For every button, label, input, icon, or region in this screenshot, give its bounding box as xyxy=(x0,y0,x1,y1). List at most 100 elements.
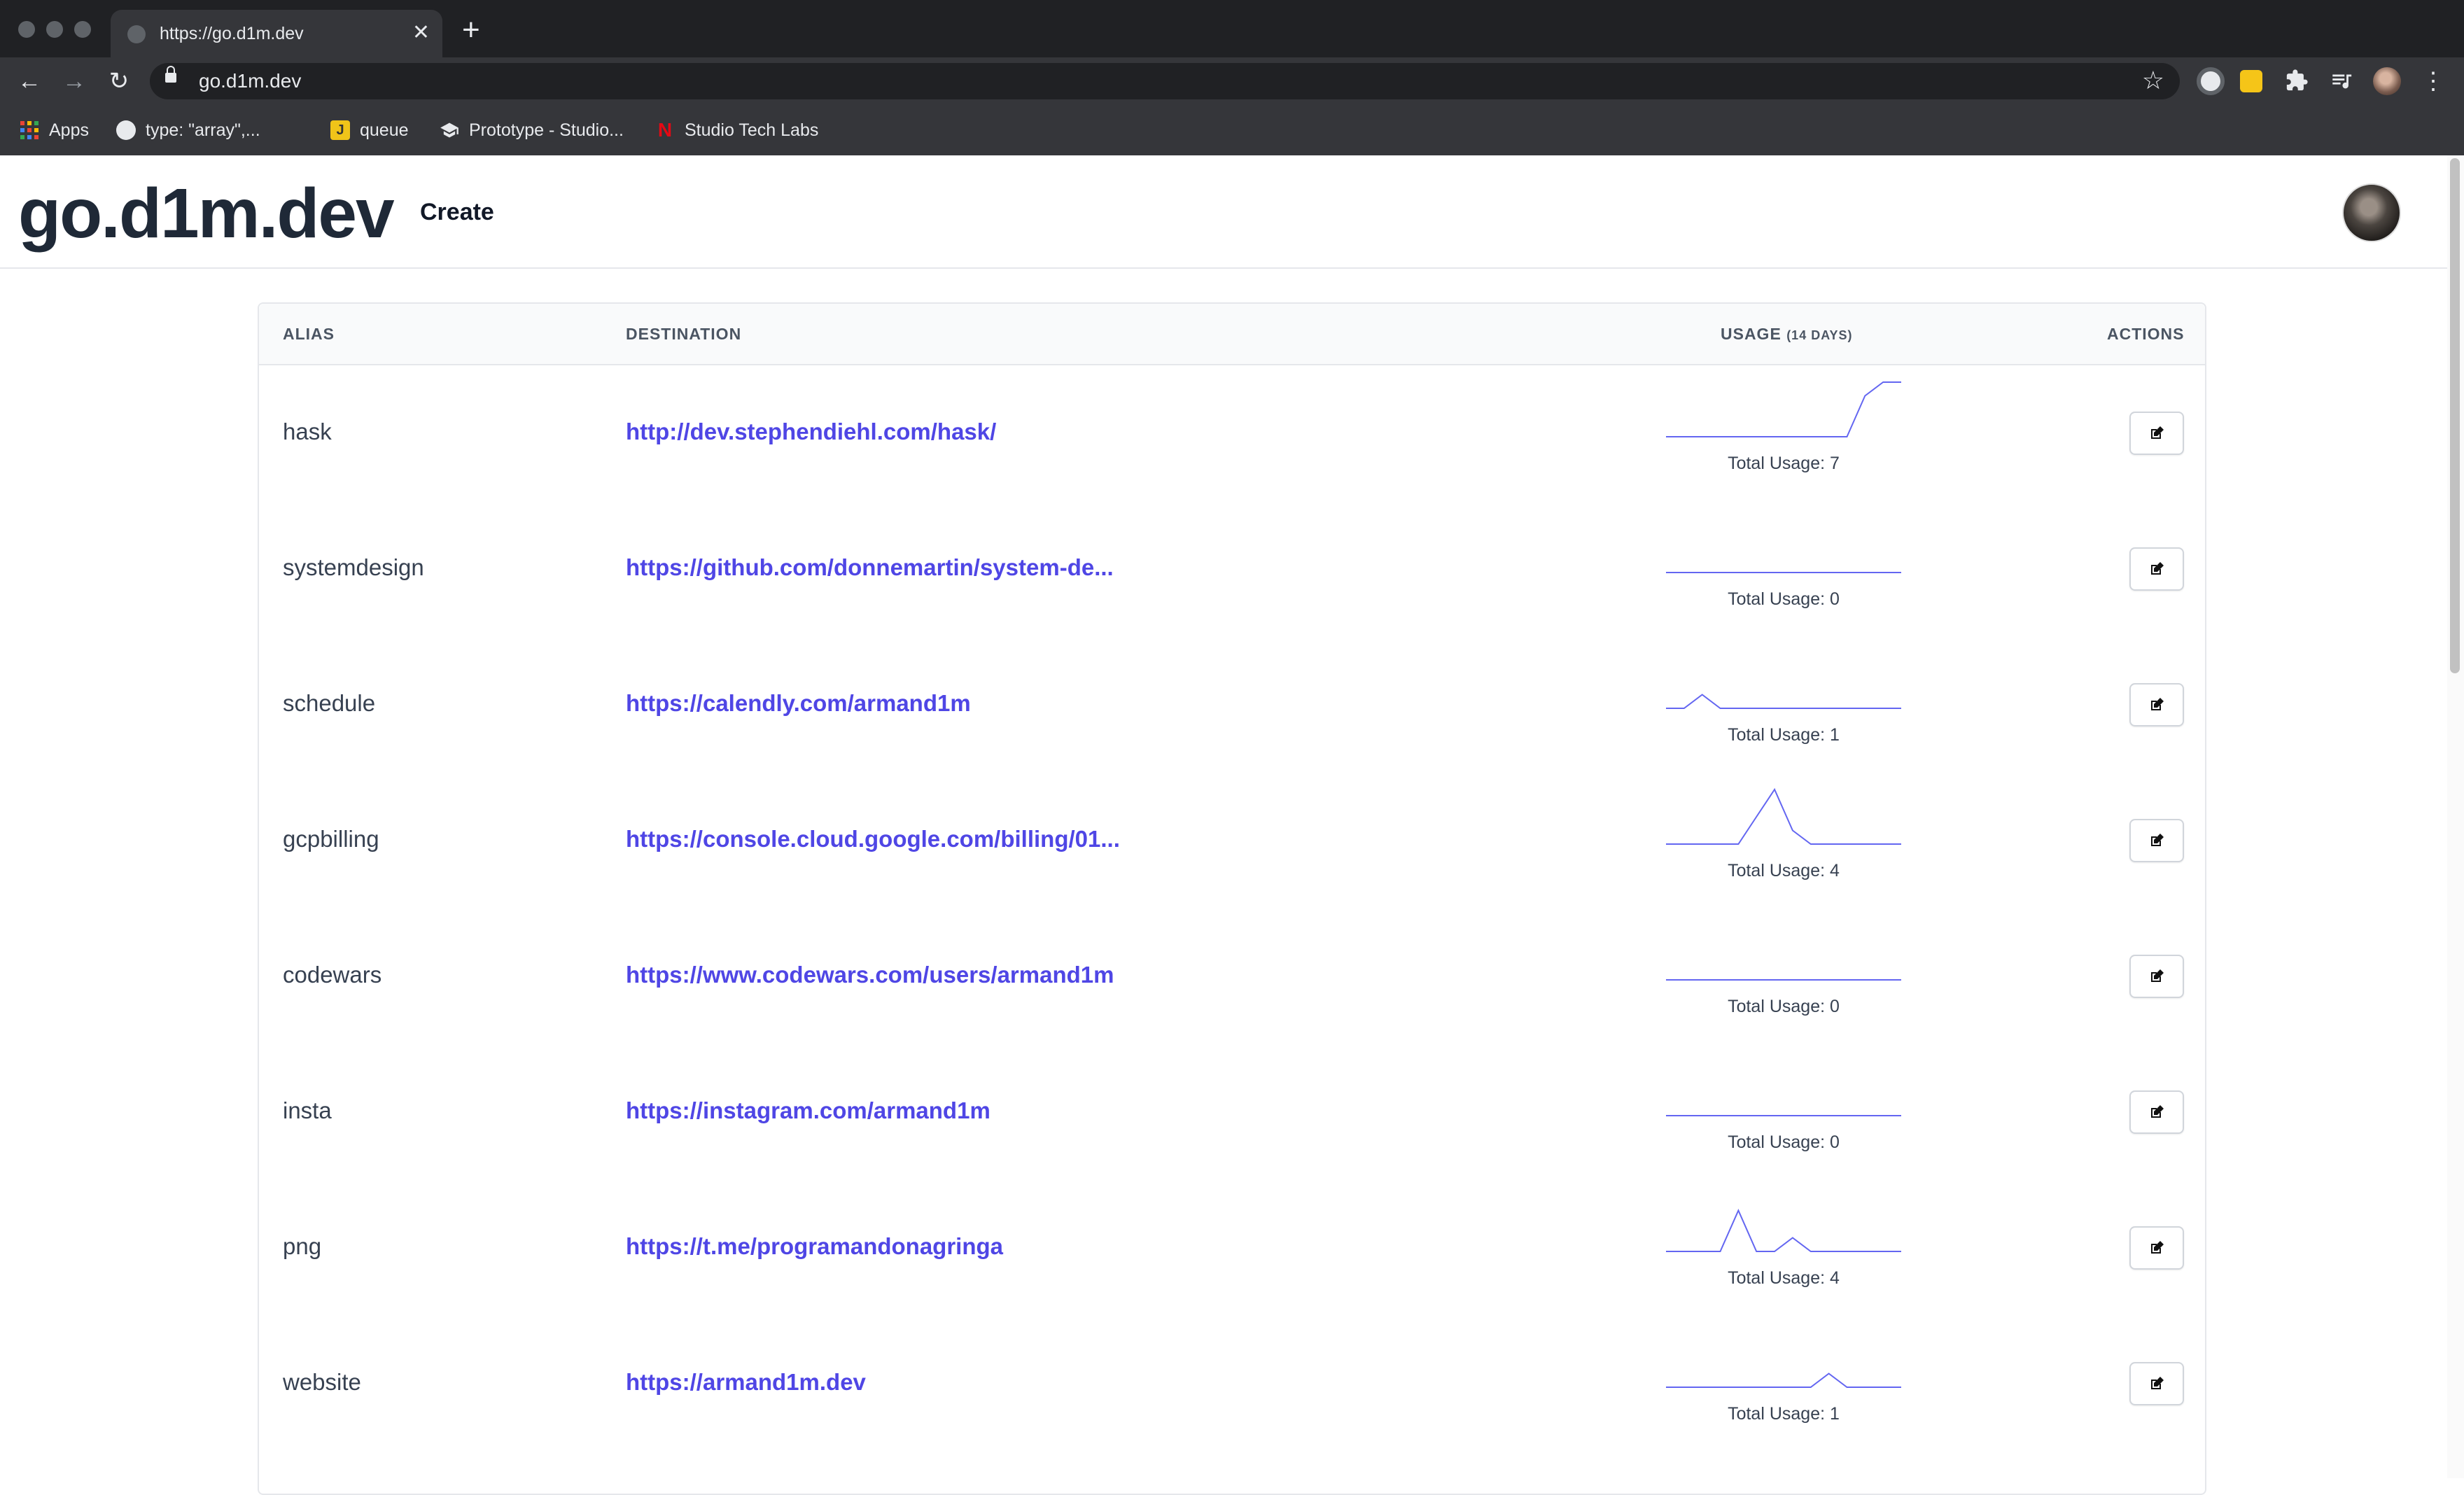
apps-grid-icon xyxy=(20,120,39,140)
tab-title: https://go.d1m.dev xyxy=(160,24,304,43)
browser-tab[interactable]: https://go.d1m.dev ✕ xyxy=(111,10,442,57)
destination-link[interactable]: https://instagram.com/armand1m xyxy=(626,1097,990,1124)
edit-button[interactable] xyxy=(2129,1226,2184,1270)
table-header: ALIAS DESTINATION USAGE (14 DAYS) ACTION… xyxy=(259,304,2205,365)
edit-icon xyxy=(2151,698,2164,710)
usage-line xyxy=(1666,694,1901,709)
close-window-dot[interactable] xyxy=(18,21,35,38)
reload-button[interactable]: ↻ xyxy=(105,67,133,95)
column-header-destination: DESTINATION xyxy=(626,325,742,343)
globe-icon xyxy=(127,25,146,43)
alias-cell: hask xyxy=(283,419,332,444)
links-table: ALIAS DESTINATION USAGE (14 DAYS) ACTION… xyxy=(258,302,2206,1495)
new-tab-button[interactable]: + xyxy=(462,14,480,46)
app-logo[interactable]: go.d1m.dev xyxy=(18,174,395,254)
bookmarks-bar: Apps type: "array",... J queue Prototype… xyxy=(0,105,2464,156)
usage-line xyxy=(1666,381,1901,437)
minimize-window-dot[interactable] xyxy=(46,21,63,38)
browser-toolbar: ← → ↻ go.d1m.dev ☆ ⋮ xyxy=(0,57,2464,105)
url-text: go.d1m.dev xyxy=(199,70,302,92)
destination-link[interactable]: https://console.cloud.google.com/billing… xyxy=(626,826,1120,852)
destination-link[interactable]: https://www.codewars.com/users/armand1m xyxy=(626,962,1114,988)
puzzle-icon[interactable] xyxy=(2285,69,2309,92)
back-button[interactable]: ← xyxy=(15,67,43,95)
destination-link[interactable]: https://github.com/donnemartin/system-de… xyxy=(626,554,1114,581)
edit-icon xyxy=(2151,1377,2164,1389)
bookmark-label: Studio Tech Labs xyxy=(685,120,819,140)
maximize-window-dot[interactable] xyxy=(74,21,91,38)
alias-cell: codewars xyxy=(283,962,382,988)
bookmark-studio-tech-labs[interactable]: N Studio Tech Labs xyxy=(655,118,818,143)
create-link[interactable]: Create xyxy=(420,199,494,226)
bookmark-label: Apps xyxy=(49,120,89,140)
edit-button[interactable] xyxy=(2129,412,2184,455)
usage-sparkline xyxy=(1666,694,1901,709)
column-header-actions: ACTIONS xyxy=(2107,325,2185,343)
address-bar[interactable]: go.d1m.dev ☆ xyxy=(150,63,2180,99)
bookmark-queue[interactable]: J queue xyxy=(330,118,409,143)
edit-button[interactable] xyxy=(2129,1362,2184,1405)
destination-link[interactable]: http://dev.stephendiehl.com/hask/ xyxy=(626,419,996,445)
column-header-alias: ALIAS xyxy=(283,325,335,343)
alias-cell: insta xyxy=(283,1097,332,1123)
total-usage-label: Total Usage: 7 xyxy=(1728,454,1840,473)
media-queue-icon[interactable] xyxy=(2330,69,2353,92)
edit-button[interactable] xyxy=(2129,547,2184,591)
total-usage-label: Total Usage: 4 xyxy=(1728,1268,1840,1288)
edit-button[interactable] xyxy=(2129,683,2184,727)
edit-icon xyxy=(2151,426,2164,439)
table-row: website https://armand1m.dev Total Usage: … xyxy=(259,1316,2205,1452)
usage-line xyxy=(1666,1373,1901,1388)
edit-button[interactable] xyxy=(2129,955,2184,998)
edit-icon xyxy=(2151,969,2164,982)
app-header: go.d1m.dev Create xyxy=(0,155,2464,269)
alias-cell: schedule xyxy=(283,690,376,716)
destination-link[interactable]: https://calendly.com/armand1m xyxy=(626,690,971,717)
bookmark-github[interactable]: type: "array",... xyxy=(116,118,260,143)
close-tab-icon[interactable]: ✕ xyxy=(412,21,430,45)
table-row: codewars https://www.codewars.com/users/a… xyxy=(259,908,2205,1044)
usage-line xyxy=(1666,787,1901,845)
lock-icon xyxy=(165,66,176,83)
table-row: schedule https://calendly.com/armand1m Tot… xyxy=(259,637,2205,773)
usage-sparkline xyxy=(1666,1115,1901,1116)
destination-link[interactable]: https://armand1m.dev xyxy=(626,1369,866,1396)
alias-cell: gcpbilling xyxy=(283,826,379,852)
edit-icon xyxy=(2151,1241,2164,1254)
extension-icon[interactable] xyxy=(2197,67,2225,95)
graduation-cap-icon xyxy=(440,120,459,140)
bookmark-apps[interactable]: Apps xyxy=(20,118,89,143)
page-scrollbar[interactable] xyxy=(2447,155,2464,1478)
user-avatar[interactable] xyxy=(2342,183,2401,242)
destination-link[interactable]: https://t.me/programandonagringa xyxy=(626,1233,1003,1260)
usage-sparkline xyxy=(1666,1209,1901,1252)
edit-icon xyxy=(2151,1105,2164,1118)
bookmark-prototype[interactable]: Prototype - Studio... xyxy=(440,118,624,143)
bookmark-star-icon[interactable]: ☆ xyxy=(2142,66,2164,95)
browser-menu-icon[interactable]: ⋮ xyxy=(2419,67,2447,95)
edit-button[interactable] xyxy=(2129,819,2184,862)
usage-line xyxy=(1666,1209,1901,1252)
edit-icon xyxy=(2151,834,2164,846)
profile-avatar-icon[interactable] xyxy=(2373,67,2401,95)
extension-icon[interactable] xyxy=(2240,70,2262,92)
j-icon: J xyxy=(330,120,350,140)
github-icon xyxy=(116,120,136,140)
column-header-usage: USAGE (14 DAYS) xyxy=(1721,325,1853,344)
total-usage-label: Total Usage: 1 xyxy=(1728,725,1840,745)
usage-sparkline xyxy=(1666,1373,1901,1388)
table-row: systemdesign https://github.com/donnemart… xyxy=(259,501,2205,637)
forward-button[interactable]: → xyxy=(60,67,88,95)
usage-header-label: USAGE xyxy=(1721,325,1782,343)
edit-button[interactable] xyxy=(2129,1090,2184,1134)
scrollbar-thumb[interactable] xyxy=(2450,158,2460,673)
alias-cell: png xyxy=(283,1233,322,1259)
usage-header-note: (14 DAYS) xyxy=(1786,328,1853,342)
bookmark-label: Prototype - Studio... xyxy=(469,120,624,140)
table-row: gcpbilling https://console.cloud.google.c… xyxy=(259,773,2205,908)
edit-icon xyxy=(2151,562,2164,575)
alias-cell: systemdesign xyxy=(283,554,424,580)
usage-sparkline xyxy=(1666,979,1901,981)
bookmark-label: queue xyxy=(360,120,409,140)
browser-tab-bar: https://go.d1m.dev ✕ + xyxy=(0,0,2464,57)
